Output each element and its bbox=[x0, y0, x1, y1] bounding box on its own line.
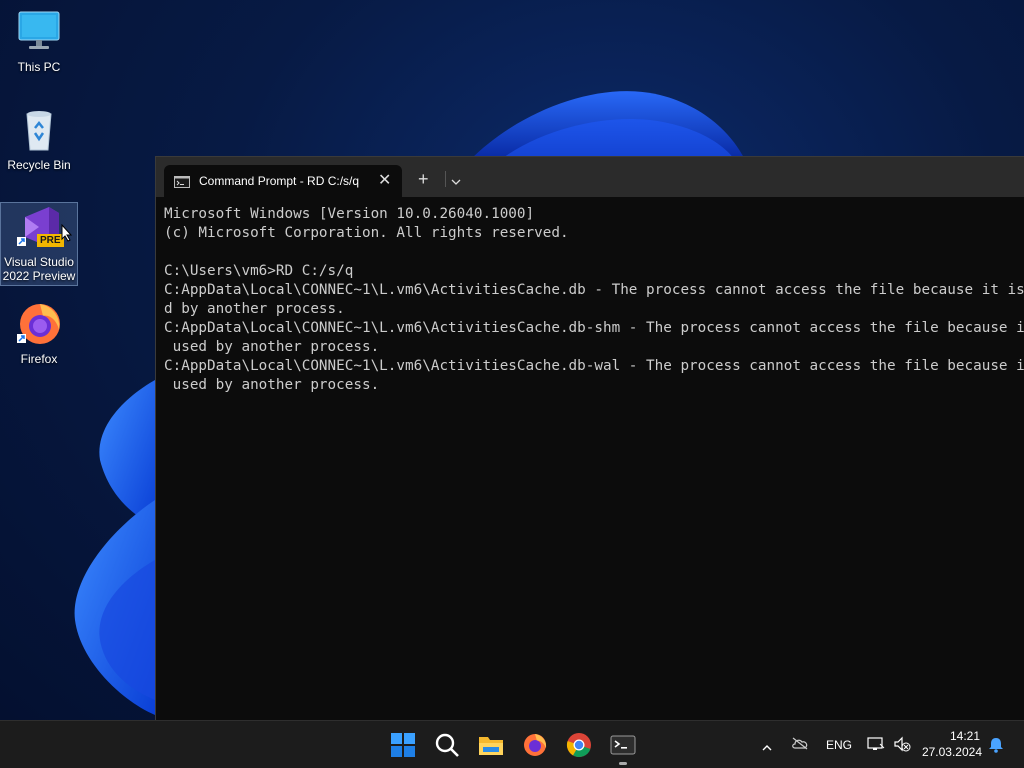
console-line: d by another process. bbox=[164, 301, 345, 317]
command-prompt-icon bbox=[174, 176, 190, 191]
volume-muted-icon[interactable] bbox=[893, 736, 911, 757]
search-icon[interactable] bbox=[433, 731, 461, 759]
new-tab-button[interactable]: + bbox=[418, 170, 429, 188]
tab-command-prompt[interactable]: Command Prompt - RD C:/s/q ✕ bbox=[164, 165, 402, 197]
chevron-up-icon[interactable] bbox=[761, 739, 773, 757]
desktop-icon-this-pc[interactable]: This PC bbox=[1, 8, 77, 74]
console-line: C:\Users\vm6>RD C:/s/q bbox=[164, 263, 354, 279]
pre-badge: PRE bbox=[37, 234, 64, 247]
console-output[interactable]: Microsoft Windows [Version 10.0.26040.10… bbox=[164, 205, 1024, 720]
desktop: This PC Recycle Bin PRE Visual Studio 20… bbox=[0, 0, 1024, 720]
desktop-icon-label: This PC bbox=[17, 60, 61, 74]
clock-time[interactable]: 14:21 bbox=[940, 729, 980, 743]
mouse-cursor-icon bbox=[61, 224, 73, 242]
language-indicator[interactable]: ENG bbox=[826, 738, 852, 752]
visual-studio-icon: PRE bbox=[15, 203, 64, 251]
console-line: (c) Microsoft Corporation. All rights re… bbox=[164, 225, 569, 241]
terminal-icon[interactable] bbox=[609, 731, 637, 759]
chrome-icon[interactable] bbox=[565, 731, 593, 759]
file-explorer-icon[interactable] bbox=[477, 731, 505, 759]
desktop-icon-recycle-bin[interactable]: Recycle Bin bbox=[1, 106, 77, 172]
firefox-icon bbox=[15, 300, 63, 348]
recycle-bin-icon bbox=[15, 106, 63, 154]
firefox-icon[interactable] bbox=[521, 731, 549, 759]
notification-bell-icon[interactable] bbox=[988, 737, 1004, 758]
tab-title: Command Prompt - RD C:/s/q bbox=[199, 174, 360, 188]
clock-date[interactable]: 27.03.2024 bbox=[920, 745, 982, 759]
desktop-icon-firefox[interactable]: Firefox bbox=[1, 300, 77, 366]
console-line: Microsoft Windows [Version 10.0.26040.10… bbox=[164, 206, 535, 222]
console-line: C:AppData\Local\CONNEC~1\L.vm6\Activitie… bbox=[164, 320, 1024, 336]
taskbar: ENG 14:21 27.03.2024 bbox=[0, 720, 1024, 768]
terminal-window[interactable]: Command Prompt - RD C:/s/q ✕ + Microsoft… bbox=[155, 156, 1024, 720]
running-indicator bbox=[619, 762, 627, 765]
desktop-icon-label: Recycle Bin bbox=[7, 158, 71, 172]
console-line: C:AppData\Local\CONNEC~1\L.vm6\Activitie… bbox=[164, 358, 1024, 374]
desktop-icon-visual-studio[interactable]: PRE Visual Studio 2022 Preview bbox=[0, 202, 78, 286]
onedrive-icon[interactable] bbox=[791, 736, 809, 755]
chevron-down-icon[interactable] bbox=[450, 173, 462, 191]
console-line: C:AppData\Local\CONNEC~1\L.vm6\Activitie… bbox=[164, 282, 1024, 298]
close-tab-icon[interactable]: ✕ bbox=[378, 170, 391, 190]
desktop-icon-label-line1: Visual Studio bbox=[4, 255, 74, 269]
monitor-icon bbox=[15, 8, 63, 56]
console-line: used by another process. bbox=[164, 377, 380, 393]
tab-separator bbox=[445, 171, 446, 187]
desktop-icon-label: Firefox bbox=[20, 352, 58, 366]
start-icon[interactable] bbox=[389, 731, 417, 759]
tab-bar: Command Prompt - RD C:/s/q ✕ + bbox=[156, 157, 1024, 197]
console-line: used by another process. bbox=[164, 339, 380, 355]
network-icon[interactable] bbox=[867, 736, 885, 757]
desktop-icon-label-line2: 2022 Preview bbox=[2, 269, 76, 283]
